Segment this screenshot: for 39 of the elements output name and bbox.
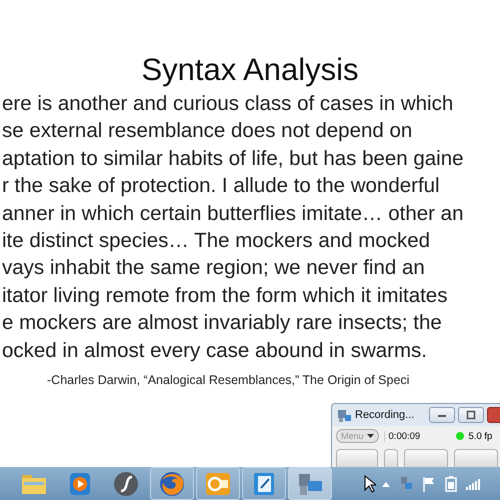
quote-line: ocked in almost every case abound in swarms. [2,338,428,364]
attribution: -Charles Darwin, “Analogical Resemblances,” The Origin of Speci [46,373,410,388]
video-camera-icon [336,407,352,423]
quote-line: itator living remote from the form which it imitates [2,282,448,309]
window-title: Recording... [355,409,416,421]
flag-icon[interactable] [422,476,436,492]
elapsed-time: 0:00:09 [384,430,451,442]
frame-rate: 5.0 fp [468,430,492,442]
quote-line: r the sake of protection. I allude to the wonderful [2,173,440,200]
signal-icon[interactable] [466,478,480,490]
caret-icon [366,434,374,438]
stop-button[interactable] [454,449,498,467]
video-camera-icon[interactable] [399,476,413,492]
record-button[interactable] [336,449,378,467]
quote-line: anner in which certain butterflies imitate… other an [2,200,464,227]
quote-line: aptation to similar habits of life, but has been gaine [2,146,464,172]
minimize-button[interactable] [429,407,455,423]
notebook-icon [252,472,276,496]
menu-button[interactable]: Menu [336,429,379,443]
minimize-icon [437,412,447,418]
quote-line: se external resemblance does not depend on [2,118,412,144]
quote-line: ite distinct species… The mockers and mocked [2,228,430,254]
quote-line: vays inhabit the same region; we never find an [2,255,425,282]
taskbar-button[interactable] [150,467,194,500]
slide-title: Syntax Analysis [141,52,359,88]
restore-icon [466,410,476,420]
play-icon [69,472,91,496]
flash-icon [113,470,139,496]
taskbar-button[interactable] [242,467,286,500]
quote-line: e mockers are almost invariably rare insects; the [2,310,442,336]
dropdown-button[interactable] [384,449,398,467]
restore-button[interactable] [458,407,484,423]
battery-icon[interactable] [445,476,457,492]
show-hidden-icons-icon[interactable] [382,480,390,486]
mouse-cursor-icon [364,474,376,492]
pause-button[interactable] [404,449,448,467]
globe-icon [159,470,185,496]
mail-icon [205,472,231,496]
quote-line: ere is another and curious class of cases in which [2,91,454,117]
